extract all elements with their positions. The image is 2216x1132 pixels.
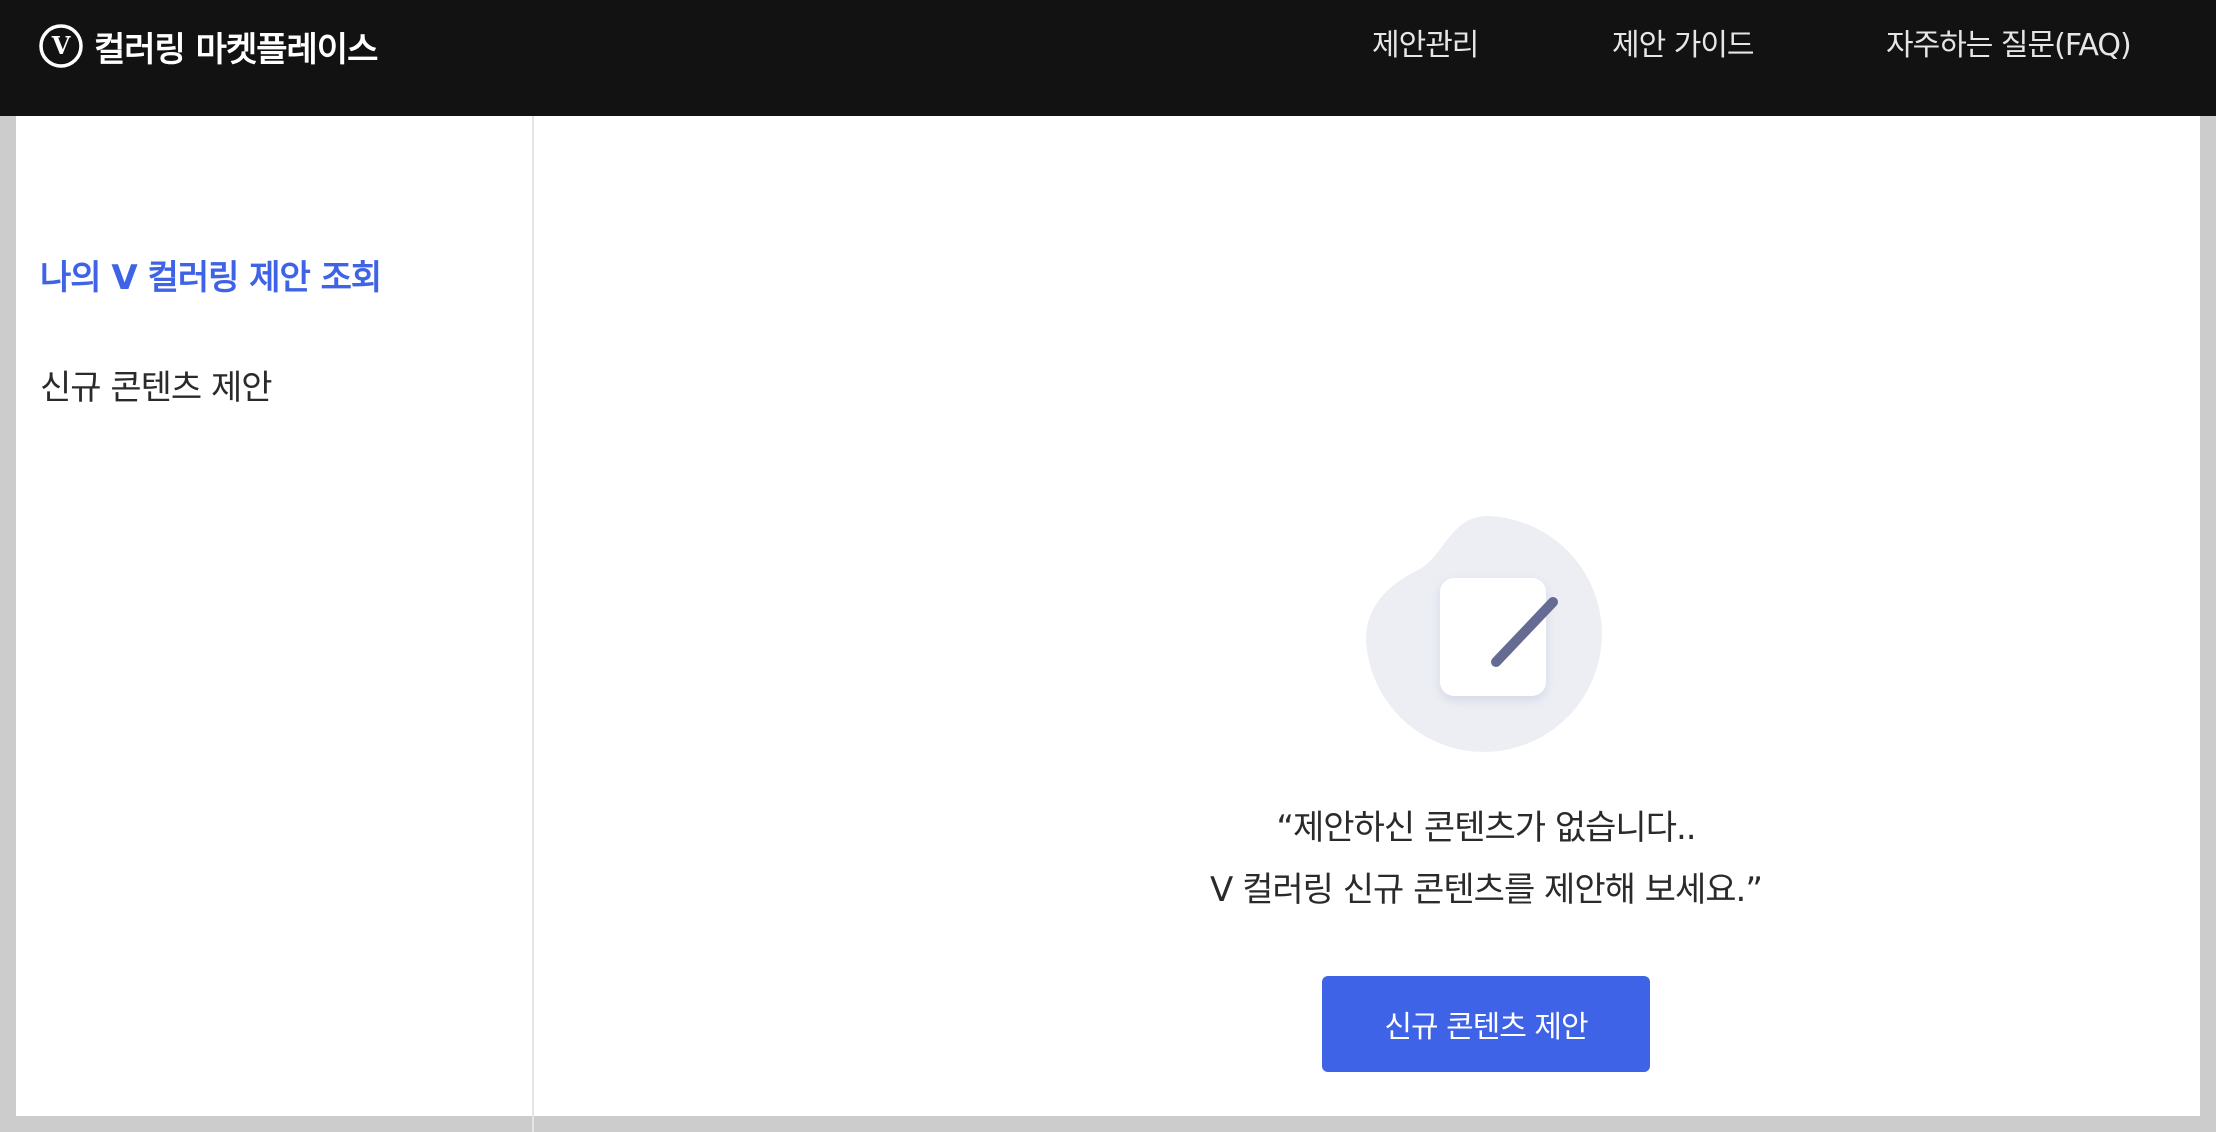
nav-faq[interactable]: 자주하는 질문(FAQ) (1886, 22, 2132, 70)
empty-state-message-line2: V 컬러링 신규 콘텐츠를 제안해 보세요.” (1210, 870, 1763, 910)
empty-state-message-line1: “제안하신 콘텐츠가 없습니다.. (1276, 808, 1696, 848)
v-logo-letter: V (51, 31, 71, 60)
sidebar-item-new-proposal[interactable]: 신규 콘텐츠 제안 (40, 360, 273, 409)
nav-proposal-management[interactable]: 제안관리 (1372, 22, 1479, 70)
brand[interactable]: V 컬러링 마켓플레이스 (38, 22, 378, 70)
edit-note-icon (1366, 516, 1602, 752)
new-content-proposal-button[interactable]: 신규 콘텐츠 제안 (1322, 976, 1650, 1072)
sidebar-divider (532, 116, 534, 1132)
nav-proposal-guide[interactable]: 제안 가이드 (1612, 22, 1755, 70)
top-navigation-bar: V 컬러링 마켓플레이스 제안관리 제안 가이드 자주하는 질문(FAQ) (0, 0, 2216, 116)
brand-title: 컬러링 마켓플레이스 (94, 29, 378, 70)
v-logo-icon: V (39, 24, 83, 68)
sidebar-item-my-proposals[interactable]: 나의 V 컬러링 제안 조회 (40, 250, 382, 299)
